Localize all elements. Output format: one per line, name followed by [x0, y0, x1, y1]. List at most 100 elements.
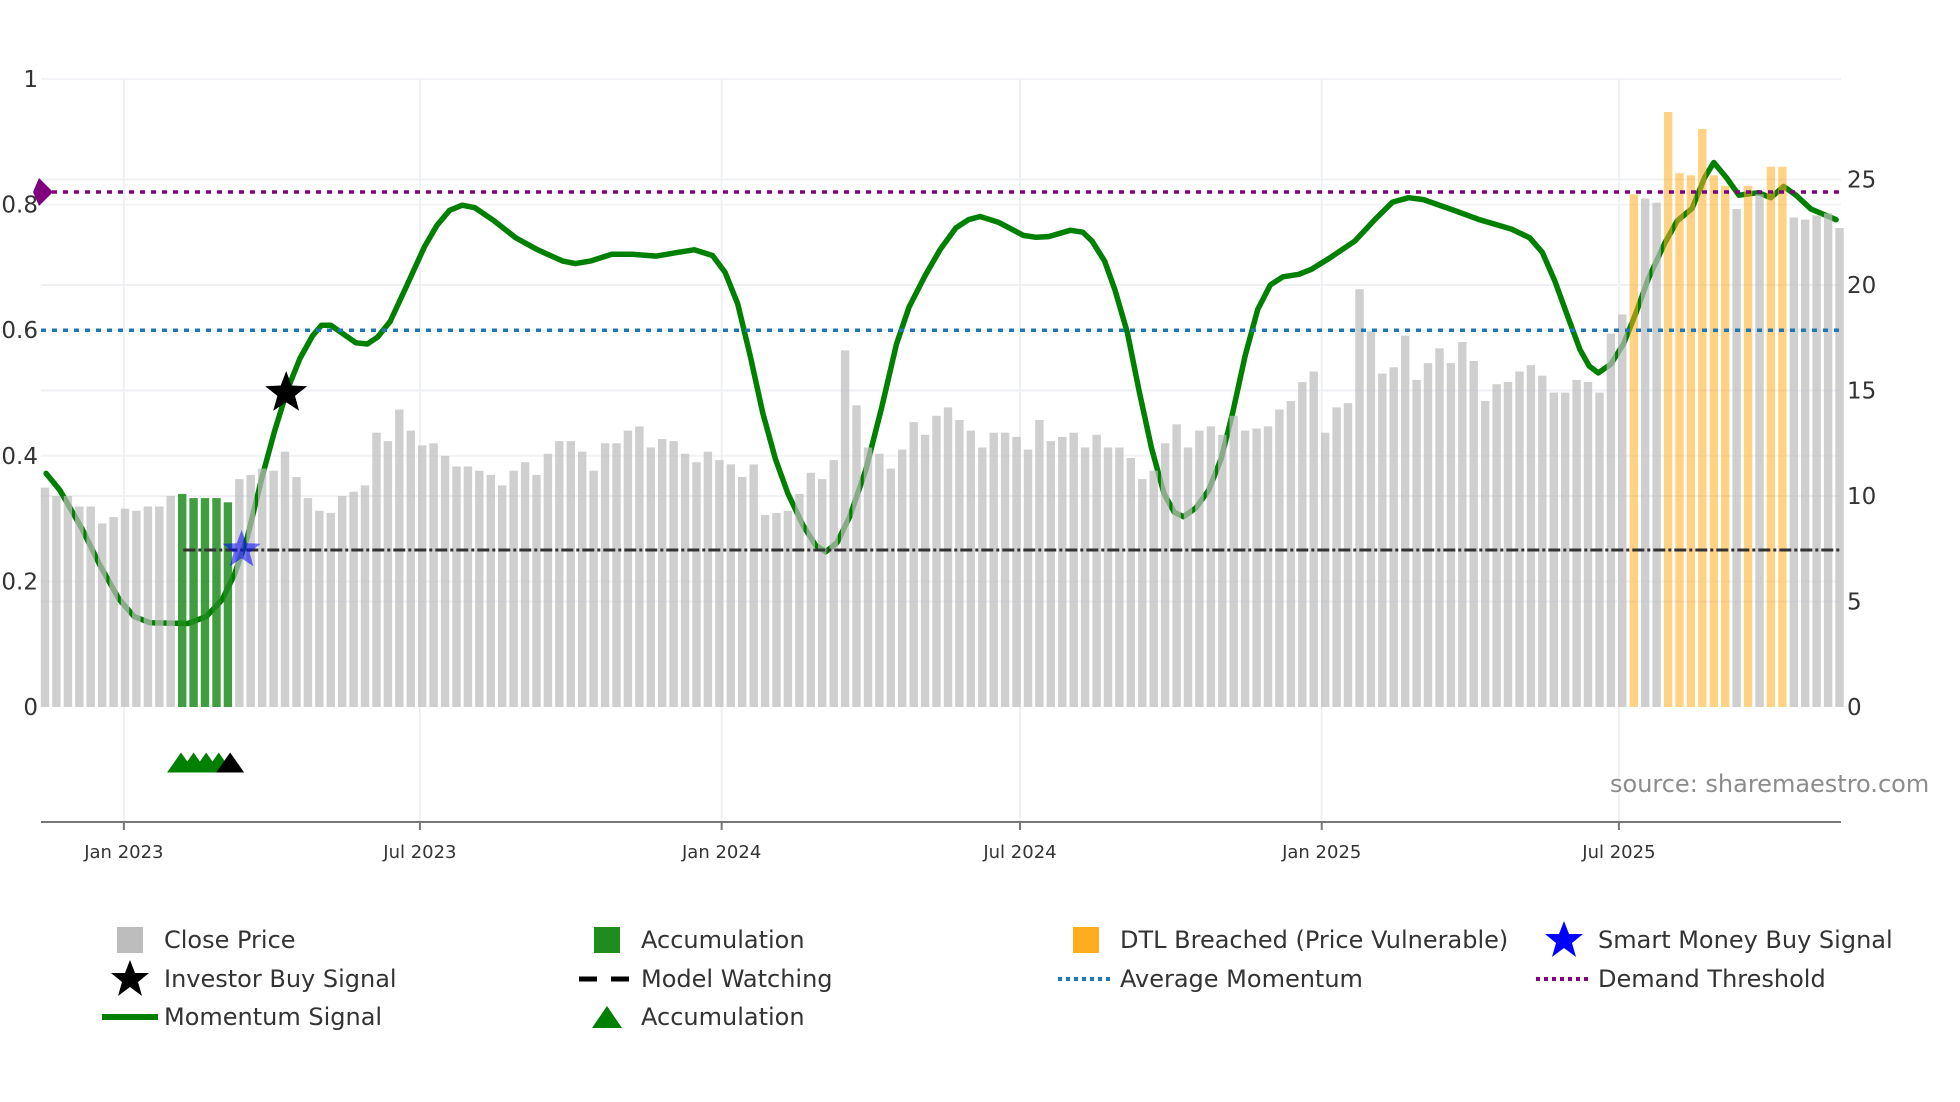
dtl-breached-bar [1686, 175, 1696, 708]
close-price-bar [1035, 420, 1044, 707]
close-price-bar [1069, 432, 1078, 707]
investor-buy-star-icon [265, 371, 308, 411]
close-price-bar [360, 485, 370, 707]
close-price-bar [886, 468, 895, 707]
close-price-bar [623, 430, 633, 707]
close-price-bar [1206, 426, 1216, 707]
close-price-bar [1515, 371, 1524, 707]
close-price-bar [143, 506, 153, 707]
close-price-bar [383, 441, 393, 707]
close-price-bar [566, 441, 575, 707]
close-price-bar [280, 451, 290, 707]
close-price-bar [1469, 361, 1478, 707]
close-price-bar [1538, 375, 1547, 707]
close-price-bar [418, 445, 427, 707]
close-price-bar [349, 491, 358, 707]
close-price-bar [1401, 335, 1410, 707]
dtl-breached-bar [1663, 112, 1673, 707]
close-price-bar [1263, 426, 1273, 707]
close-price-bar [1080, 447, 1090, 707]
left-axis-tick-label: 1 [23, 67, 38, 93]
close-price-bar [978, 447, 987, 707]
close-price-bar [166, 496, 175, 707]
accumulation-bar [223, 502, 233, 707]
close-price-bar [246, 474, 255, 707]
close-price-bar [1275, 409, 1284, 707]
close-price-bar [1503, 382, 1513, 707]
close-price-bar [532, 474, 541, 707]
close-price-bar [452, 466, 461, 707]
close-price-bar [1481, 401, 1490, 707]
close-price-bar [658, 439, 667, 707]
right-axis-tick-label: 15 [1847, 379, 1876, 405]
dtl-breached-bar [1743, 185, 1753, 708]
close-price-bar [1309, 371, 1318, 707]
close-price-bar [1366, 331, 1376, 707]
dtl-breached-bar [1766, 166, 1776, 708]
close-price-bar [806, 472, 815, 707]
close-price-bar [155, 506, 164, 707]
left-axis-tick-label: 0 [23, 695, 38, 721]
close-price-bar [749, 464, 758, 707]
right-axis-tick-label: 10 [1847, 484, 1876, 510]
close-price-bar [1755, 194, 1764, 708]
x-tick-label: Jul 2025 [1581, 842, 1655, 863]
close-price-bar [40, 487, 50, 707]
close-price-bar [1789, 217, 1798, 707]
close-price-bar [63, 496, 73, 707]
close-price-bar [75, 506, 84, 707]
close-price-bar [498, 485, 507, 707]
close-price-bar [829, 460, 838, 707]
close-price-bar [635, 426, 644, 707]
accumulation-bar [189, 498, 198, 707]
close-price-bar [669, 441, 678, 707]
close-price-bar [98, 523, 107, 707]
close-price-bar [1492, 384, 1501, 707]
source-label: source: sharemaestro.com [1610, 770, 1930, 798]
close-price-bar [1149, 470, 1158, 707]
accumulation-bar [200, 498, 210, 707]
close-price-bar [1343, 403, 1353, 707]
close-price-bar [372, 432, 381, 707]
close-price-bar [543, 453, 553, 707]
right-axis-tick-label: 20 [1847, 273, 1876, 299]
close-price-bar [1332, 407, 1341, 707]
close-price-bar [406, 430, 415, 707]
close-price-bar [646, 447, 655, 707]
left-axis-tick-label: 0.2 [1, 569, 38, 595]
close-price-bar [1172, 424, 1181, 707]
close-price-bar [589, 470, 598, 707]
close-price-bar [1138, 479, 1147, 707]
close-price-bar [1195, 430, 1204, 707]
close-price-bar [1229, 415, 1238, 707]
close-price-bar [852, 405, 861, 707]
close-price-bar [612, 443, 621, 708]
close-price-bar [578, 451, 587, 707]
x-tick-label: Jan 2025 [1281, 842, 1361, 863]
close-price-bar [966, 430, 975, 707]
close-price-bar [269, 470, 278, 707]
close-price-bar [1835, 228, 1844, 707]
close-price-bar [943, 407, 953, 707]
close-price-bar [1046, 441, 1055, 707]
right-axis-tick-label: 5 [1847, 590, 1862, 616]
accumulation-bar [178, 493, 187, 707]
close-price-bar [1183, 447, 1193, 707]
close-price-bar [1321, 432, 1330, 707]
close-price-bar [772, 512, 781, 707]
close-price-bar [509, 470, 518, 707]
close-price-bar [703, 451, 713, 707]
close-price-bar [840, 350, 850, 707]
close-price-bar [1732, 209, 1741, 707]
close-price-bar [132, 510, 141, 707]
close-price-bar [1103, 447, 1113, 707]
close-price-bar [1058, 436, 1067, 707]
close-price-bar [909, 422, 918, 707]
close-price-bar [920, 434, 930, 707]
close-price-bar [1389, 367, 1398, 707]
close-price-bar [1126, 458, 1135, 707]
dtl-breached-bar [1629, 194, 1638, 708]
close-price-bar [475, 470, 484, 707]
close-price-bar [1412, 379, 1421, 707]
close-price-bar [1641, 198, 1650, 707]
